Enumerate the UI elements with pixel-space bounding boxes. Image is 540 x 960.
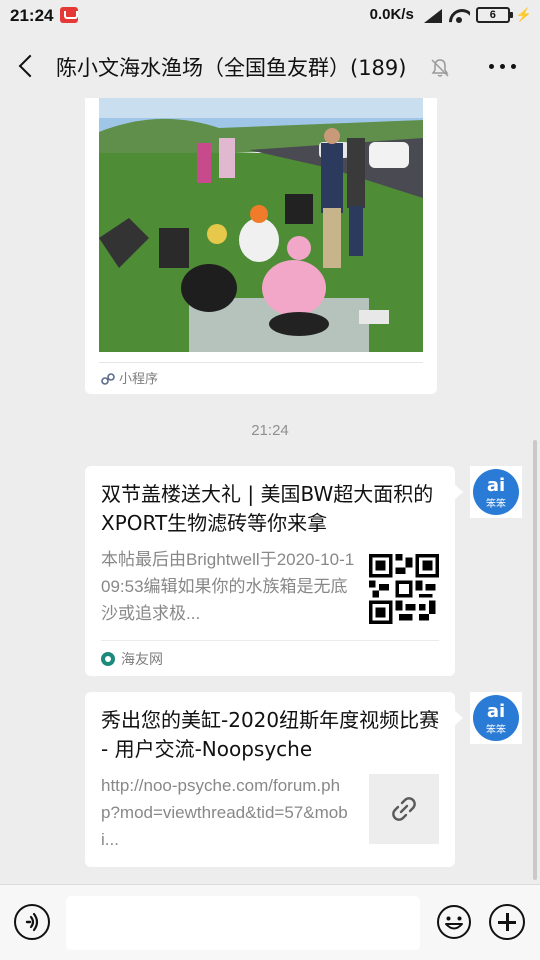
- link-title: 双节盖楼送大礼 | 美国BW超大面积的XPORT生物滤砖等你来拿: [101, 482, 434, 535]
- network-speed: 0.0K/s: [369, 6, 414, 23]
- mini-program-icon: [101, 371, 115, 385]
- chat-header: 陈小文海水渔场（全国鱼友群）(189): [0, 34, 540, 98]
- mini-program-footer: 小程序: [101, 368, 158, 387]
- mini-program-photo: [99, 98, 423, 352]
- link-source-name: 海友网: [121, 652, 163, 668]
- link-message-card[interactable]: 双节盖楼送大礼 | 美国BW超大面积的XPORT生物滤砖等你来拿 本帖最后由Br…: [85, 466, 463, 676]
- source-icon: [101, 652, 115, 666]
- voice-icon[interactable]: [14, 904, 50, 940]
- chat-area[interactable]: 小程序 21:24 ai 笨笨 双节盖楼送大礼 | 美国BW超大面积的XPORT生…: [0, 98, 540, 884]
- sender-avatar[interactable]: ai 笨笨: [470, 692, 522, 744]
- battery-icon: 6: [475, 6, 513, 23]
- sender-avatar[interactable]: ai 笨笨: [470, 466, 522, 518]
- more-dots-icon[interactable]: [489, 64, 516, 69]
- link-description: 本帖最后由Brightwell于2020-10-109:53编辑如果你的水族箱是…: [101, 550, 355, 623]
- status-time: 21:24: [10, 6, 54, 25]
- link-message-card[interactable]: 秀出您的美缸-2020纽斯年度视频比赛 - 用户交流-Noopsyche htt…: [85, 692, 463, 867]
- mini-program-label: 小程序: [119, 372, 159, 387]
- charging-icon: ⚡: [515, 6, 532, 22]
- svg-text:笨笨: 笨笨: [486, 723, 506, 736]
- status-right: 0.0K/s 6 ⚡: [370, 6, 532, 23]
- card-divider: [99, 362, 423, 363]
- input-bar: [0, 884, 540, 960]
- scrollbar[interactable]: [533, 440, 537, 880]
- mini-program-card[interactable]: 小程序: [85, 98, 437, 394]
- bubble-tail: [454, 484, 463, 500]
- svg-text:笨笨: 笨笨: [486, 497, 506, 510]
- link-description: http://noo-psyche.com/forum.php?mod=view…: [101, 776, 348, 849]
- link-title: 秀出您的美缸-2020纽斯年度视频比赛 - 用户交流-Noopsyche: [101, 708, 440, 761]
- wifi-icon: [448, 7, 470, 23]
- svg-text:ai: ai: [487, 475, 505, 496]
- signal-icon: [420, 7, 442, 23]
- message-input[interactable]: [66, 896, 420, 950]
- svg-text:ai: ai: [487, 701, 505, 722]
- status-bar: 21:24 0.0K/s 6 ⚡: [0, 0, 540, 34]
- battery-level: 6: [489, 8, 496, 21]
- back-arrow-icon[interactable]: [14, 52, 40, 80]
- link-source: 海友网: [101, 649, 163, 669]
- card-divider: [101, 640, 439, 641]
- emoji-icon[interactable]: [436, 904, 472, 940]
- notification-app-icon: [60, 7, 78, 23]
- qr-code-thumbnail: [369, 554, 439, 624]
- message-timestamp: 21:24: [251, 422, 289, 439]
- bubble-tail: [454, 710, 463, 726]
- chat-title: 陈小文海水渔场（全国鱼友群）(189): [56, 56, 407, 80]
- link-icon: [369, 774, 439, 844]
- plus-icon[interactable]: [489, 904, 525, 940]
- bell-off-icon: [430, 58, 450, 78]
